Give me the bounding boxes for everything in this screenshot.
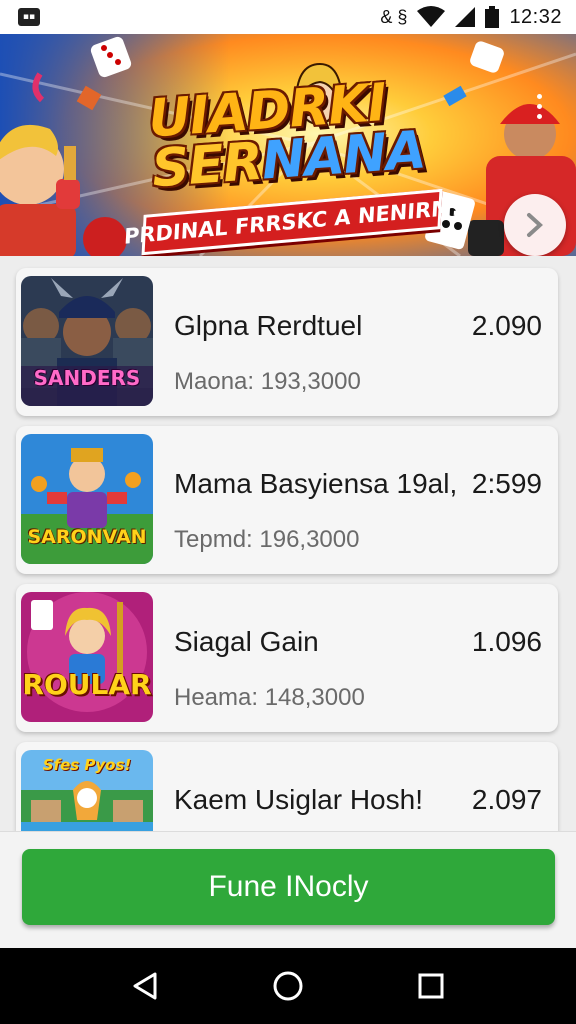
banner-title-line2a: SER [150,131,264,200]
list-item[interactable]: ROULAR Siagal Gain 1.096 Heama: 148,3000 [16,584,558,732]
game-thumbnail: SARONVAN [21,434,153,564]
navigation-bar [0,948,576,1024]
notification-icon: ▪▪ [18,8,40,26]
thumbnail-text: Sfes Pyos! [42,756,132,774]
battery-icon [485,6,500,28]
thumbnail-text: SARONVAN [27,526,147,548]
game-title: Siagal Gain [174,626,319,657]
game-score: 2.097 [471,784,542,815]
game-score: 1.096 [471,626,542,657]
back-button[interactable] [115,956,175,1016]
back-icon [133,972,157,1000]
thumbnail-text: ROULAR [22,668,152,701]
game-thumbnail: Sfes Pyos! [21,750,153,831]
game-list[interactable]: SANDERS Glpna Rerdtuel 2.090 Maona: 193,… [0,256,576,831]
list-item[interactable]: SANDERS Glpna Rerdtuel 2.090 Maona: 193,… [16,268,558,416]
action-area: Fune INocly [0,831,576,948]
home-button[interactable] [258,956,318,1016]
game-thumbnail: SANDERS [21,276,153,406]
game-title: Kaem Usiglar Hosh! [174,784,423,815]
primary-action-button[interactable]: Fune INocly [22,849,555,925]
thumbnail-text: SANDERS [33,366,141,390]
banner-menu-icon[interactable] [537,94,542,119]
banner-title-line2b: NANA [259,120,428,192]
game-meta: Maona: 193,3000 [174,368,361,395]
game-title: Glpna Rerdtuel [174,310,363,341]
list-item[interactable]: Sfes Pyos! Kaem Usiglar Hosh! 2.097 [16,742,558,831]
clock: 12:32 [509,5,562,28]
network-status-text: & § [380,6,408,27]
promo-banner[interactable]: UIADRKI SERNANA PRDINAL FRRSKC A NENIRM. [0,34,576,256]
game-meta: Tepmd: 196,3000 [174,526,360,553]
wifi-icon [417,6,446,27]
banner-title: UIADRKI SERNANA [147,73,453,199]
recents-icon [418,973,444,999]
chevron-right-icon [527,213,543,237]
game-score: 2:599 [471,468,542,499]
recents-button[interactable] [401,956,461,1016]
game-title: Mama Basyiensa 19al, [174,468,458,499]
game-score: 2.090 [471,310,542,341]
game-meta: Heama: 148,3000 [174,684,365,711]
signal-icon [455,7,476,27]
home-icon [273,971,303,1001]
list-item[interactable]: SARONVAN Mama Basyiensa 19al, 2:599 Tepm… [16,426,558,574]
game-thumbnail: ROULAR [21,592,153,722]
status-bar: ▪▪ & § 12:32 [0,0,576,34]
banner-next-button[interactable] [504,194,566,256]
